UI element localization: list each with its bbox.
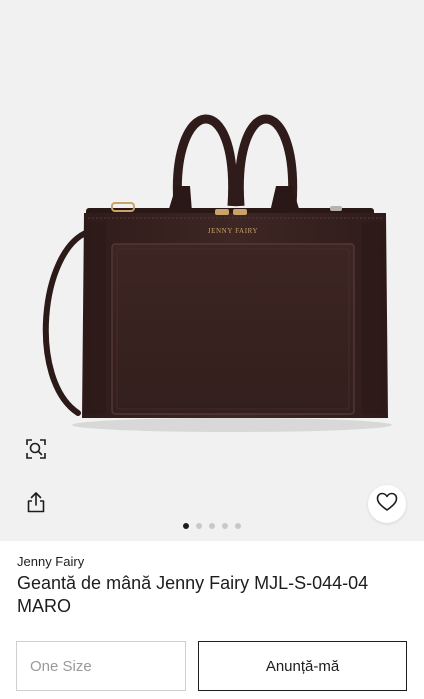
product-image: JENNY FAIRY [42, 114, 392, 432]
share-button[interactable] [17, 485, 55, 523]
product-title: Geantă de mână Jenny Fairy MJL-S-044-04 … [17, 573, 369, 616]
gallery-pagination [0, 523, 424, 529]
notify-me-button[interactable]: Anunță-mă [198, 641, 407, 691]
heart-icon [376, 492, 398, 517]
share-icon [25, 490, 47, 519]
notify-me-label: Anunță-mă [265, 657, 340, 675]
zoom-icon [25, 438, 47, 465]
svg-text:JENNY FAIRY: JENNY FAIRY [208, 227, 258, 235]
favorite-button[interactable] [368, 485, 406, 523]
pagination-dot-4[interactable] [222, 523, 228, 529]
product-image-gallery[interactable]: JENNY FAIRY [0, 0, 424, 541]
size-select-placeholder: One Size [30, 657, 92, 675]
product-brand[interactable]: Jenny Fairy [17, 554, 84, 569]
size-select[interactable]: One Size [16, 641, 186, 691]
pagination-dot-5[interactable] [235, 523, 241, 529]
pagination-dot-3[interactable] [209, 523, 215, 529]
zoom-button[interactable] [17, 432, 55, 470]
pagination-dot-2[interactable] [196, 523, 202, 529]
pagination-dot-1[interactable] [183, 523, 189, 529]
